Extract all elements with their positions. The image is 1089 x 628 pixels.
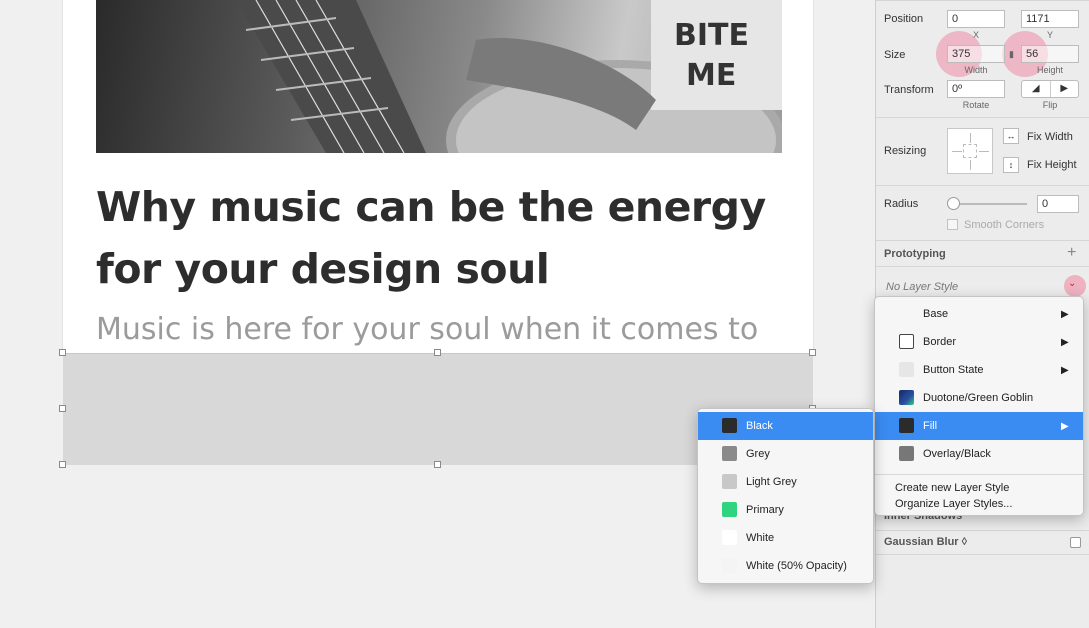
fix-width-label[interactable]: Fix Width bbox=[1027, 131, 1073, 143]
layer-style-menu: Base ▶ Border ▶ Button State ▶ Duotone/G… bbox=[874, 296, 1084, 516]
fill-item-white[interactable]: White bbox=[698, 524, 873, 552]
submenu-arrow-icon: ▶ bbox=[1061, 308, 1069, 320]
smooth-corners-checkbox[interactable] bbox=[947, 219, 958, 230]
chevron-down-icon[interactable]: ⌄ bbox=[1068, 278, 1076, 289]
menu-item-overlay-black[interactable]: Overlay/Black bbox=[875, 440, 1083, 468]
prototyping-title: Prototyping bbox=[884, 248, 946, 260]
organize-layer-styles-item[interactable]: Organize Layer Styles... bbox=[875, 496, 1083, 512]
swatch-grey bbox=[722, 446, 737, 461]
fill-item-label: Light Grey bbox=[746, 476, 797, 488]
constraint-right[interactable] bbox=[979, 151, 989, 152]
flip-vertical-icon[interactable]: ▶ bbox=[1051, 81, 1079, 97]
flip-horizontal-icon[interactable]: ◢ bbox=[1022, 81, 1051, 97]
submenu-arrow-icon: ▶ bbox=[1061, 336, 1069, 348]
flip-buttons: ◢ ▶ bbox=[1021, 80, 1079, 98]
rotate-input[interactable]: 0º bbox=[947, 80, 1005, 98]
transform-label: Transform bbox=[884, 84, 934, 96]
organize-layer-styles-label: Organize Layer Styles... bbox=[895, 498, 1013, 510]
create-layer-style-item[interactable]: Create new Layer Style bbox=[875, 480, 1083, 496]
constraint-left[interactable] bbox=[952, 151, 962, 152]
resize-handle-ml[interactable] bbox=[59, 405, 66, 412]
submenu-arrow-icon: ▶ bbox=[1061, 420, 1069, 432]
svg-text:ME: ME bbox=[686, 58, 736, 93]
size-label: Size bbox=[884, 49, 906, 61]
menu-item-fill[interactable]: Fill ▶ bbox=[875, 412, 1083, 440]
constraint-bottom[interactable] bbox=[970, 160, 971, 170]
swatch-primary bbox=[722, 502, 737, 517]
menu-separator bbox=[875, 474, 1083, 475]
menu-item-border[interactable]: Border ▶ bbox=[875, 328, 1083, 356]
constraint-inner-box bbox=[963, 144, 977, 158]
constraint-top[interactable] bbox=[970, 133, 971, 143]
fix-height-icon[interactable]: ↕ bbox=[1003, 157, 1019, 173]
radius-slider-knob[interactable] bbox=[947, 197, 960, 210]
guitar-photo[interactable]: BITE ME bbox=[96, 0, 782, 153]
fill-submenu: Black Grey Light Grey Primary White Whit… bbox=[697, 408, 874, 584]
radius-slider-track[interactable] bbox=[953, 203, 1027, 205]
swatch-white bbox=[722, 530, 737, 545]
lock-icon[interactable]: ▮ bbox=[1009, 49, 1014, 60]
photo-illustration: BITE ME bbox=[236, 0, 782, 153]
swatch-black bbox=[722, 418, 737, 433]
menu-item-label: Duotone/Green Goblin bbox=[923, 392, 1034, 404]
swatch-fill bbox=[899, 418, 914, 433]
menu-item-label: Overlay/Black bbox=[923, 448, 991, 460]
position-x-input[interactable]: 0 bbox=[947, 10, 1005, 28]
fill-item-white-50[interactable]: White (50% Opacity) bbox=[698, 552, 873, 580]
create-layer-style-label: Create new Layer Style bbox=[895, 482, 1010, 494]
height-input[interactable]: 56 bbox=[1021, 45, 1079, 63]
fill-item-primary[interactable]: Primary bbox=[698, 496, 873, 524]
position-y-input[interactable]: 1171 bbox=[1021, 10, 1079, 28]
add-prototyping-icon[interactable]: + bbox=[1067, 244, 1076, 262]
resize-handle-tl[interactable] bbox=[59, 349, 66, 356]
fill-item-label: White (50% Opacity) bbox=[746, 560, 847, 572]
resize-handle-bl[interactable] bbox=[59, 461, 66, 468]
swatch-border bbox=[899, 334, 914, 349]
article-subtext[interactable]: Music is here for your soul when it come… bbox=[96, 312, 796, 347]
height-label: Height bbox=[1036, 65, 1063, 75]
position-label: Position bbox=[884, 13, 924, 25]
article-headline[interactable]: Why music can be the energy for your des… bbox=[96, 176, 786, 300]
radius-input[interactable]: 0 bbox=[1037, 195, 1079, 213]
resizing-label: Resizing bbox=[884, 145, 927, 157]
fix-height-label[interactable]: Fix Height bbox=[1027, 159, 1077, 171]
menu-item-base[interactable]: Base ▶ bbox=[875, 300, 1083, 328]
fill-item-label: Grey bbox=[746, 448, 770, 460]
swatch-button-state bbox=[899, 362, 914, 377]
artboard[interactable]: BITE ME Why music can be the energy for … bbox=[62, 0, 814, 355]
width-input[interactable]: 375 bbox=[947, 45, 1005, 63]
fix-width-icon[interactable]: ↔ bbox=[1003, 128, 1019, 144]
fill-item-black[interactable]: Black bbox=[698, 412, 873, 440]
menu-item-label: Fill bbox=[923, 420, 938, 432]
menu-item-label: Border bbox=[923, 336, 957, 348]
fill-item-label: Black bbox=[746, 420, 773, 432]
shirt-text: BITE bbox=[674, 18, 749, 53]
swatch-overlay bbox=[899, 446, 914, 461]
fill-item-light-grey[interactable]: Light Grey bbox=[698, 468, 873, 496]
smooth-corners-label: Smooth Corners bbox=[964, 219, 1045, 231]
resize-handle-bc[interactable] bbox=[434, 461, 441, 468]
width-label: Width bbox=[964, 65, 988, 75]
fill-item-label: Primary bbox=[746, 504, 784, 516]
swatch-white-50 bbox=[722, 558, 737, 573]
fill-item-label: White bbox=[746, 532, 775, 544]
fill-item-grey[interactable]: Grey bbox=[698, 440, 873, 468]
gaussian-blur-checkbox[interactable] bbox=[1070, 537, 1081, 548]
rotate-label: Rotate bbox=[962, 100, 990, 110]
menu-item-label: Base bbox=[923, 308, 949, 320]
resize-handle-tr[interactable] bbox=[809, 349, 816, 356]
swatch-light-grey bbox=[722, 474, 737, 489]
submenu-arrow-icon: ▶ bbox=[1061, 364, 1069, 376]
swatch-duotone bbox=[899, 390, 914, 405]
flip-label: Flip bbox=[1042, 100, 1058, 110]
menu-item-label: Button State bbox=[923, 364, 984, 376]
resize-handle-tc[interactable] bbox=[434, 349, 441, 356]
layer-style-select[interactable]: No Layer Style bbox=[886, 281, 958, 293]
radius-label: Radius bbox=[884, 198, 919, 210]
menu-item-button-state[interactable]: Button State ▶ bbox=[875, 356, 1083, 384]
gaussian-blur-title[interactable]: Gaussian Blur ◊ bbox=[884, 536, 967, 548]
menu-item-duotone[interactable]: Duotone/Green Goblin bbox=[875, 384, 1083, 412]
resizing-constraint-widget[interactable] bbox=[947, 128, 993, 174]
